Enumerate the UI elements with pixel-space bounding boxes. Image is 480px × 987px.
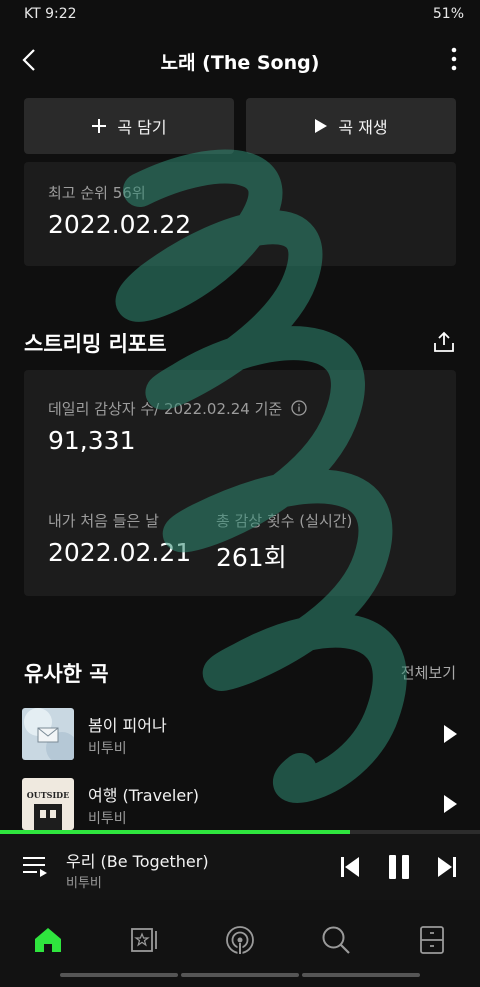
gesture-bar-center [181, 973, 299, 977]
home-icon [35, 928, 61, 952]
play-icon[interactable] [442, 794, 458, 814]
more-options-icon[interactable] [450, 46, 458, 72]
playlist-icon[interactable] [22, 854, 48, 878]
now-playing-artist: 비투비 [66, 876, 102, 891]
nav-search[interactable] [316, 920, 356, 960]
play-icon [314, 118, 328, 134]
nav-my-page[interactable] [412, 920, 452, 960]
carrier-time: KT 9:22 [24, 6, 77, 22]
share-icon[interactable] [432, 330, 456, 354]
pause-icon[interactable] [388, 854, 410, 880]
daily-listeners-label: 데일리 감상자 수/ 2022.02.24 기준 [48, 398, 307, 420]
plus-icon [91, 118, 107, 134]
add-button-label: 곡 담기 [117, 118, 167, 137]
add-to-playlist-button[interactable]: 곡 담기 [24, 98, 234, 154]
play-song-button[interactable]: 곡 재생 [246, 98, 456, 154]
nav-podcast[interactable] [220, 920, 260, 960]
song-artist: 비투비 [88, 741, 127, 757]
play-icon[interactable] [442, 724, 458, 744]
song-title: 봄이 피어나 [88, 716, 167, 735]
page-title: 노래 (The Song) [160, 52, 320, 74]
info-icon[interactable] [291, 399, 307, 420]
daily-listeners-text: 데일리 감상자 수/ 2022.02.24 기준 [48, 400, 283, 418]
total-plays-label: 총 감상 횟수 (실시간) [216, 512, 353, 530]
total-plays-value: 261회 [216, 543, 287, 572]
first-listen-label: 내가 처음 들은 날 [48, 512, 159, 530]
song-title: 여행 (Traveler) [88, 786, 199, 805]
first-listen-value: 2022.02.21 [48, 538, 192, 567]
album-art [22, 708, 74, 760]
album-art: OUTSIDE [22, 778, 74, 830]
album-art-text: OUTSIDE [26, 790, 70, 800]
peak-rank-date: 2022.02.22 [48, 210, 192, 239]
chart-info-card: 최고 순위 56위 2022.02.22 [24, 162, 456, 266]
streaming-report-title: 스트리밍 리포트 [24, 332, 167, 356]
list-item[interactable]: 봄이 피어나 비투비 [22, 708, 458, 764]
similar-songs-title: 유사한 곡 [24, 662, 109, 686]
drawer-icon [420, 926, 444, 954]
search-icon [322, 926, 350, 954]
podcast-icon [226, 926, 254, 954]
nav-library[interactable] [124, 920, 164, 960]
streaming-report-card: 데일리 감상자 수/ 2022.02.24 기준 91,331 내가 처음 들은… [24, 370, 456, 596]
daily-listeners-value: 91,331 [48, 426, 136, 455]
now-playing-title: 우리 (Be Together) [66, 852, 209, 871]
status-bar: KT 9:22 51% [0, 0, 480, 30]
battery-percent: 51% [432, 6, 464, 22]
song-artist: 비투비 [88, 811, 127, 827]
play-button-label: 곡 재생 [338, 118, 388, 137]
mini-player[interactable]: 우리 (Be Together) 비투비 [0, 834, 480, 900]
list-item[interactable]: OUTSIDE 여행 (Traveler) 비투비 [22, 778, 458, 834]
top-header: 노래 (The Song) [0, 38, 480, 82]
nav-home[interactable] [28, 920, 68, 960]
peak-rank-label: 최고 순위 56위 [48, 184, 146, 202]
view-all-link[interactable]: 전체보기 [401, 662, 456, 683]
next-icon[interactable] [437, 856, 457, 878]
gesture-bar-right [302, 973, 420, 977]
library-icon [131, 928, 157, 952]
gesture-bar-left [60, 973, 178, 977]
previous-icon[interactable] [340, 856, 360, 878]
